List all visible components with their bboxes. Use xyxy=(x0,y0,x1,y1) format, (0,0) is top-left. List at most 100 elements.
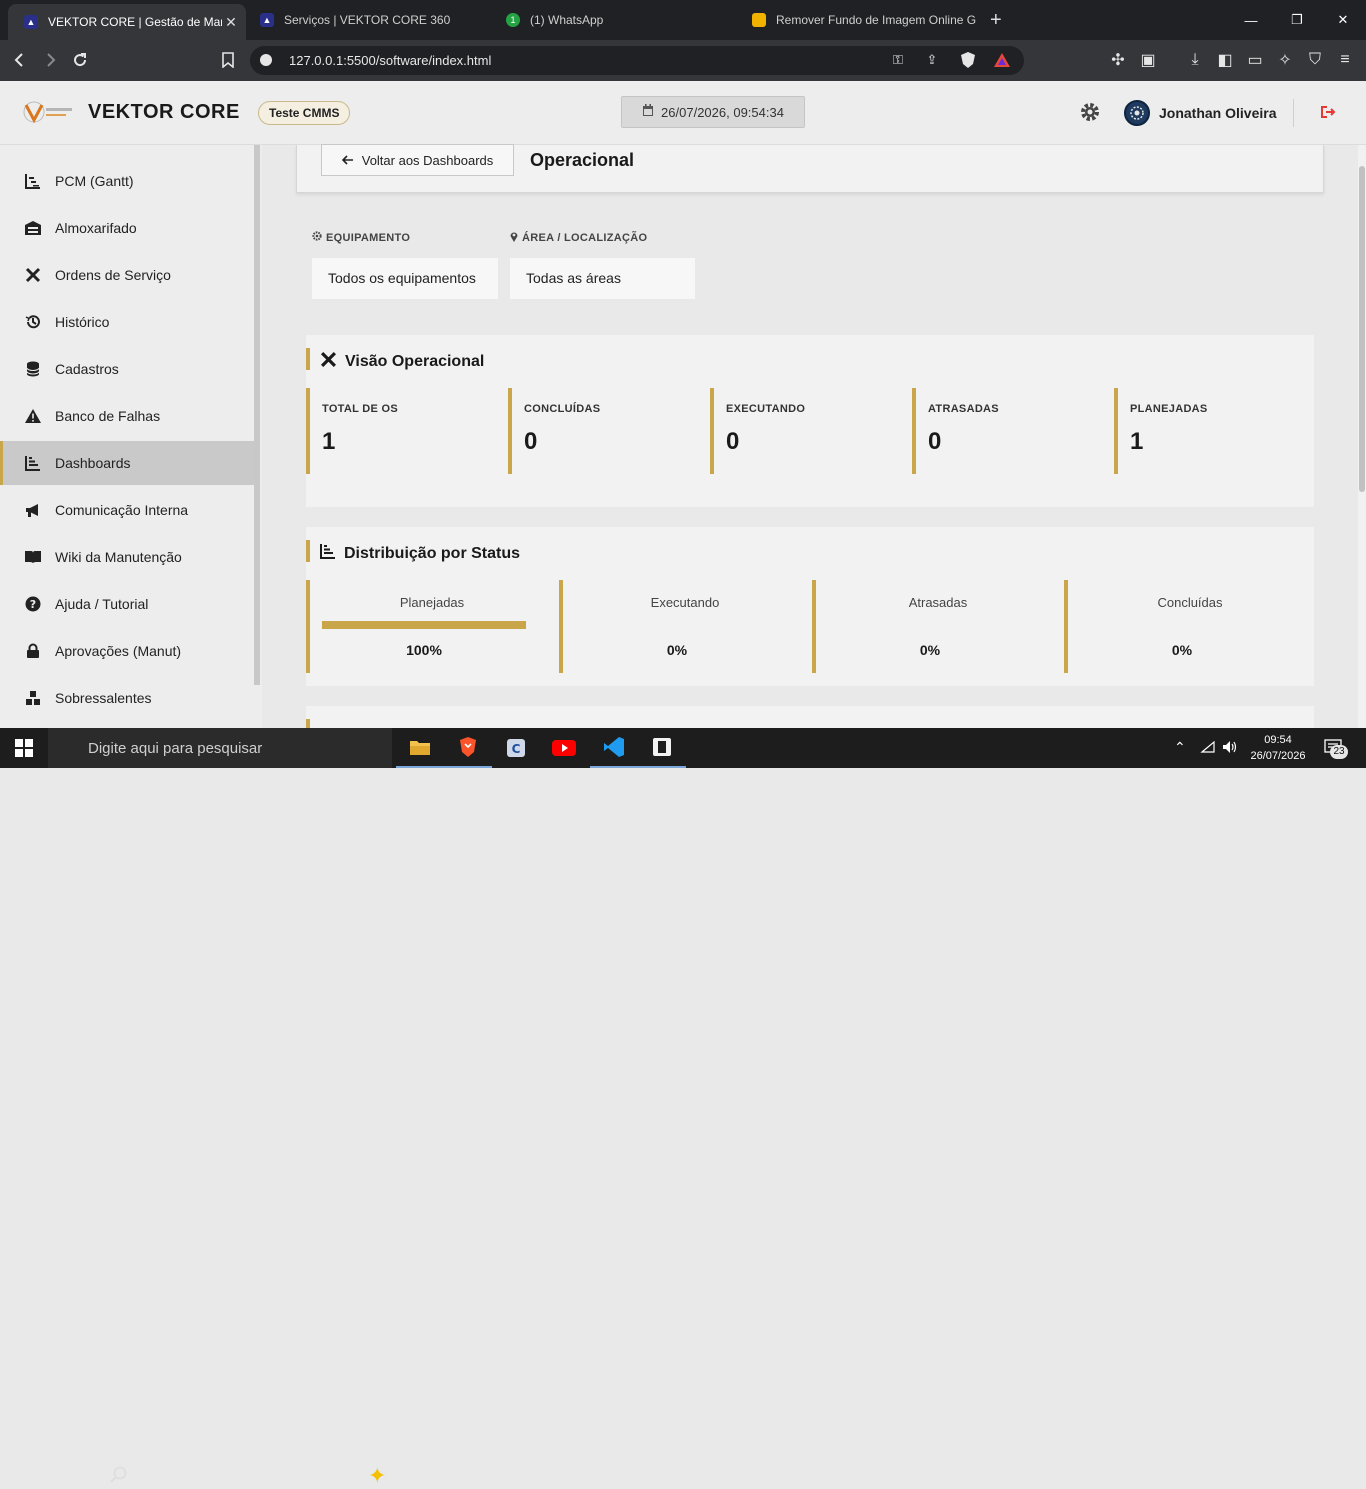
kpi-value: 1 xyxy=(322,428,336,455)
area-filter-label: ÁREA / LOCALIZAÇÃO xyxy=(510,231,647,245)
logout-icon[interactable] xyxy=(1320,104,1336,120)
taskbar-time: 09:54 xyxy=(1264,734,1292,746)
operational-overview-title: Visão Operacional xyxy=(320,351,484,373)
tab-whatsapp[interactable]: 1 (1) WhatsApp xyxy=(490,0,734,40)
page-title: Operacional xyxy=(530,150,635,170)
calendar-icon xyxy=(642,104,654,120)
sidebar-item-wiki-da-manutencao[interactable]: Wiki da Manutenção xyxy=(0,535,254,579)
browser-tab-strip: ▲ VEKTOR CORE | Gestão de Manute ✕ ▲ Ser… xyxy=(0,0,1366,40)
sidebar-item-aprovacoes[interactable]: Aprovações (Manut) xyxy=(0,629,254,673)
kpi-value: 0 xyxy=(524,428,538,455)
history-icon xyxy=(24,313,42,331)
map-pin-icon xyxy=(510,231,518,245)
tab-servicos[interactable]: ▲ Serviços | VEKTOR CORE 360 xyxy=(244,0,488,40)
sidebar-item-banco-de-falhas[interactable]: Banco de Falhas xyxy=(0,394,254,438)
vpn-icon[interactable]: ⛉ xyxy=(1303,48,1327,72)
taskbar-clock[interactable]: 09:54 26/07/2026 xyxy=(1248,732,1308,764)
sidebar-item-comunicacao-interna[interactable]: Comunicação Interna xyxy=(0,488,254,532)
megaphone-icon xyxy=(24,501,42,519)
tab-vektor-core[interactable]: ▲ VEKTOR CORE | Gestão de Manute ✕ xyxy=(8,4,246,40)
site-info-icon[interactable] xyxy=(260,54,272,66)
sidebar-item-sobressalentes[interactable]: Sobressalentes xyxy=(0,676,254,720)
sidebar-toggle-icon[interactable]: ◧ xyxy=(1213,48,1237,72)
sparkle-icon: ✦ xyxy=(368,1463,387,1488)
reading-list-icon[interactable]: ▣ xyxy=(1136,48,1160,72)
sidebar-item-label: Comunicação Interna xyxy=(55,502,189,518)
avatar[interactable] xyxy=(1124,100,1150,126)
brand-name: VEKTOR CORE xyxy=(88,101,240,123)
new-tab-icon[interactable]: + xyxy=(990,9,1002,32)
kpi-total-os: TOTAL DE OS 1 xyxy=(306,388,496,474)
network-icon[interactable] xyxy=(1200,740,1216,759)
back-to-dashboards-button[interactable]: Voltar aos Dashboards xyxy=(321,144,514,176)
main-scrollbar-thumb[interactable] xyxy=(1359,166,1365,492)
tools-icon xyxy=(320,351,337,373)
cog-icon xyxy=(312,231,322,244)
menu-icon[interactable]: ≡ xyxy=(1333,48,1357,72)
sidebar-item-ajuda-tutorial[interactable]: ? Ajuda / Tutorial xyxy=(0,582,254,626)
key-icon[interactable]: ⚿ xyxy=(886,48,910,72)
sidebar-item-pcm-gantt[interactable]: PCM (Gantt) xyxy=(0,159,254,203)
user-name[interactable]: Jonathan Oliveira xyxy=(1159,105,1276,121)
panel-accent-bar xyxy=(306,719,310,728)
wallet-icon[interactable]: ▭ xyxy=(1243,48,1267,72)
tray-chevron-icon[interactable]: ⌃ xyxy=(1174,739,1186,756)
file-explorer-icon[interactable] xyxy=(396,728,444,768)
notifications-icon[interactable]: 23 xyxy=(1324,739,1350,761)
header-divider xyxy=(1293,99,1294,127)
search-placeholder: Digite aqui para pesquisar xyxy=(88,739,263,757)
tools-icon xyxy=(24,266,42,284)
sidebar-item-label: Almoxarifado xyxy=(55,220,137,236)
kpi-value: 1 xyxy=(1130,428,1144,455)
vscode-icon[interactable] xyxy=(590,728,638,768)
kpi-value: 0 xyxy=(928,428,942,455)
status-executando: Executando 0% xyxy=(559,580,807,673)
sidebar-item-ordens-de-servico[interactable]: Ordens de Serviço xyxy=(0,253,254,297)
forward-icon[interactable] xyxy=(38,48,62,72)
brave-browser-icon[interactable] xyxy=(444,728,492,768)
url-text[interactable]: 127.0.0.1:5500/software/index.html xyxy=(289,53,491,68)
sidebar-item-historico[interactable]: Histórico xyxy=(0,300,254,344)
status-progress-fill xyxy=(322,621,526,629)
bookmark-icon[interactable] xyxy=(216,48,240,72)
back-icon[interactable] xyxy=(8,48,32,72)
sidebar-scrollbar[interactable] xyxy=(254,145,260,685)
sidebar-item-dashboards[interactable]: Dashboards xyxy=(0,441,254,485)
taskbar-search-box[interactable]: Digite aqui para pesquisar ✦ xyxy=(48,728,392,1488)
minimize-icon[interactable]: — xyxy=(1228,0,1274,40)
sidebar-item-label: Dashboards xyxy=(55,455,131,471)
next-panel-partial xyxy=(306,706,1314,728)
equipment-select[interactable]: Todos os equipamentos xyxy=(312,258,498,299)
reload-icon[interactable] xyxy=(68,48,92,72)
area-select[interactable]: Todas as áreas xyxy=(510,258,695,299)
terminal-app-icon[interactable] xyxy=(638,728,686,768)
download-icon[interactable]: ⤓ xyxy=(1183,48,1207,72)
vektor-favicon-icon: ▲ xyxy=(260,13,274,27)
share-icon[interactable]: ⇪ xyxy=(920,48,944,72)
chart-icon xyxy=(24,454,42,472)
equipment-filter-label: EQUIPAMENTO xyxy=(312,231,410,244)
panel-title-text: Visão Operacional xyxy=(345,353,485,370)
volume-icon[interactable] xyxy=(1222,740,1238,759)
sidebar-item-label: Wiki da Manutenção xyxy=(55,549,182,565)
status-label: Atrasadas xyxy=(908,595,968,610)
tab-remover-fundo[interactable]: Remover Fundo de Imagem Online G xyxy=(736,0,976,40)
close-tab-icon[interactable]: ✕ xyxy=(222,14,240,31)
sidebar-item-almoxarifado[interactable]: Almoxarifado xyxy=(0,206,254,250)
restore-icon[interactable]: ❐ xyxy=(1274,0,1320,40)
control-app-icon[interactable]: C xyxy=(492,728,540,768)
brave-rewards-icon[interactable] xyxy=(990,48,1014,72)
sidebar-item-label: Ajuda / Tutorial xyxy=(55,596,149,612)
sidebar-item-label: Aprovações (Manut) xyxy=(55,643,182,659)
warehouse-icon xyxy=(24,219,42,237)
sidebar-item-label: PCM (Gantt) xyxy=(55,173,134,189)
leo-ai-icon[interactable]: ✧ xyxy=(1273,48,1297,72)
extensions-icon[interactable]: ✣ xyxy=(1106,48,1130,72)
sidebar-item-cadastros[interactable]: Cadastros xyxy=(0,347,254,391)
youtube-icon[interactable] xyxy=(540,728,588,768)
sidebar-item-label: Sobressalentes xyxy=(55,690,152,706)
windows-start-icon[interactable] xyxy=(0,728,48,768)
close-window-icon[interactable]: ✕ xyxy=(1320,0,1366,40)
brave-shields-icon[interactable] xyxy=(956,48,980,72)
settings-gear-icon[interactable] xyxy=(1079,101,1101,123)
